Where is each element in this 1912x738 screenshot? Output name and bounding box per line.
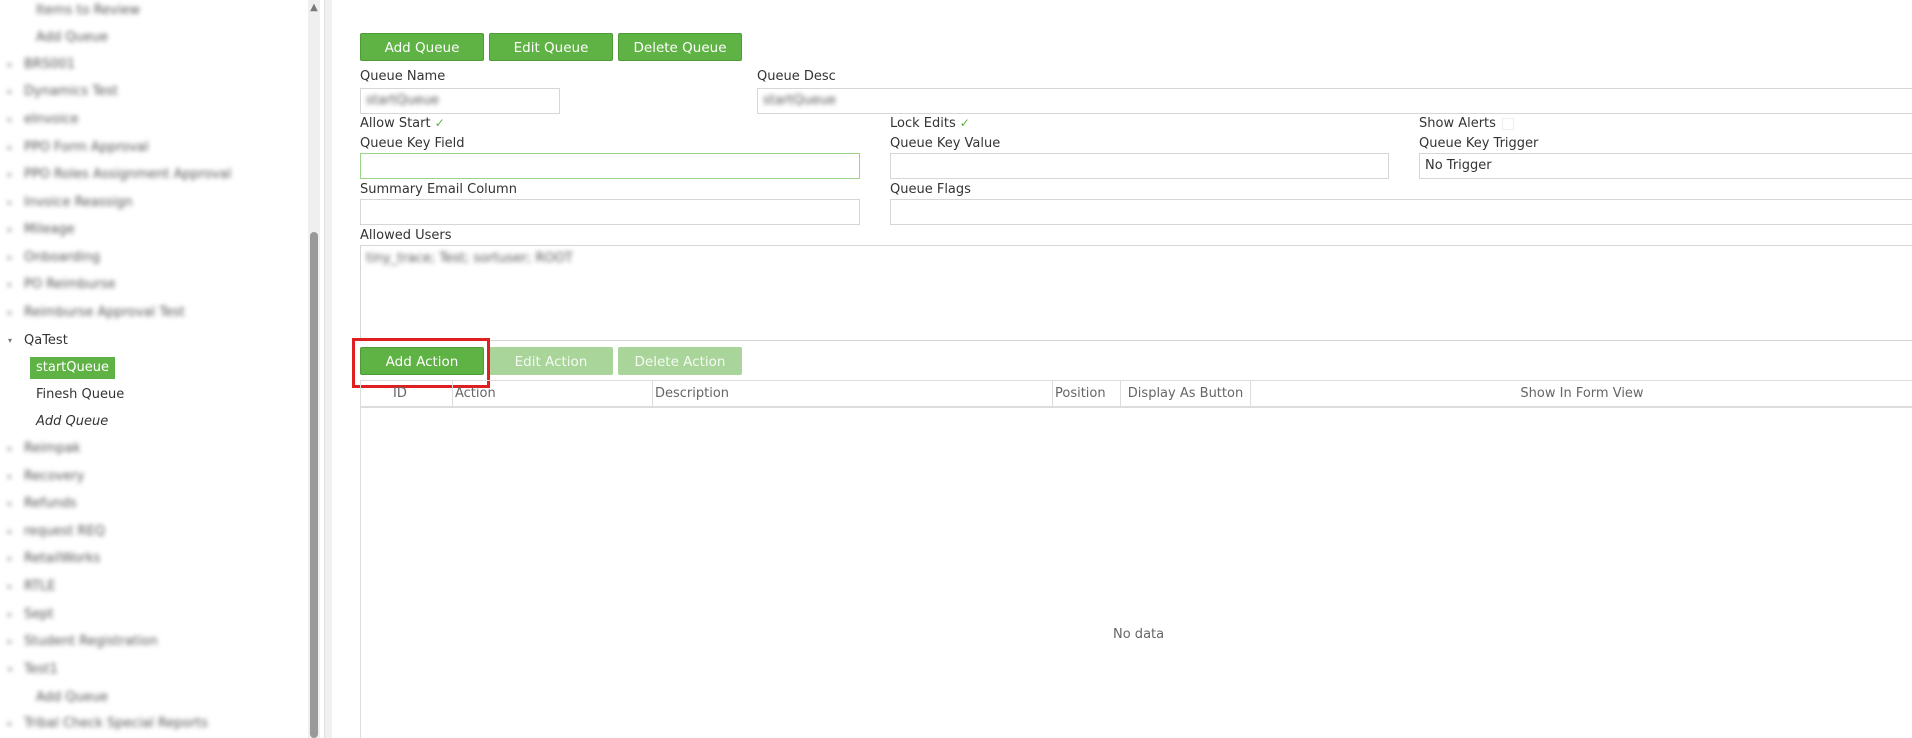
tree-item-label: Reimpak [24,441,81,456]
expand-arrow-icon[interactable]: ▸ [8,219,18,241]
tree-item-label: RTLE [24,579,56,594]
tree-item-label: BRS001 [24,57,76,72]
tree-item-label: Sept [24,607,54,622]
expand-arrow-icon[interactable]: ▸ [8,438,18,460]
expand-arrow-icon[interactable]: ▸ [8,604,18,626]
grid-empty-text: No data [1113,627,1165,642]
tree-item-label: Add Queue [36,690,109,705]
column-header-position[interactable]: Position [1053,381,1121,407]
add-queue-button[interactable]: Add Queue [360,33,484,61]
expand-arrow-icon[interactable]: ▸ [8,247,18,269]
queue-key-value-label: Queue Key Value [890,136,1001,151]
summary-email-input[interactable] [360,199,860,225]
queue-key-value-input[interactable] [890,153,1389,179]
queue-key-field-label: Queue Key Field [360,136,465,151]
lock-edits-label: Lock Edits [890,116,956,131]
tree-item-label: Reimburse Approval Test [24,305,185,320]
queue-flags-label: Queue Flags [890,182,971,197]
tree-item-label: Recovery [24,469,85,484]
actions-grid: ID Action Description Position Display A… [360,380,1912,738]
expand-arrow-icon[interactable]: ▸ [8,81,18,103]
edit-action-button[interactable]: Edit Action [489,347,613,375]
expand-arrow-icon[interactable]: ▸ [8,548,18,570]
allow-start-label: Allow Start [360,116,431,131]
column-header-display-as-button[interactable]: Display As Button [1121,381,1251,407]
expand-arrow-icon[interactable]: ▸ [8,713,18,735]
allowed-users-label: Allowed Users [360,228,452,243]
tree-item-label: Mileage [24,222,75,237]
tree-item-label: QaTest [24,333,68,348]
tree-item-label: RetailWorks [24,551,101,566]
checkmark-icon: ✓ [959,116,970,130]
queue-name-label: Queue Name [360,69,446,84]
checkbox-icon [1501,117,1514,130]
expand-arrow-icon[interactable]: ▸ [8,576,18,598]
expand-arrow-icon[interactable]: ▸ [8,109,18,131]
delete-queue-button[interactable]: Delete Queue [618,33,742,61]
queue-desc-field[interactable]: startQueue [757,88,1912,114]
expand-arrow-icon[interactable]: ▸ [8,274,18,296]
tree-item-label: Student Registration [24,634,158,649]
checkmark-icon: ✓ [434,116,445,130]
show-alerts-checkbox[interactable]: Show Alerts [1419,116,1514,131]
grid-header-divider [361,407,1912,408]
show-alerts-label: Show Alerts [1419,116,1496,131]
tree-item-label: Dynamics Test [24,84,118,99]
tree-item-label: Add Queue [36,30,109,45]
allow-start-checkbox[interactable]: Allow Start ✓ [360,116,445,131]
tree-item-label: Items to Review [36,3,141,18]
collapse-arrow-icon[interactable]: ▾ [8,330,18,352]
delete-action-button[interactable]: Delete Action [618,347,742,375]
queue-desc-value: startQueue [763,93,836,108]
tree-item-startqueue[interactable]: startQueue [30,357,115,379]
expand-arrow-icon[interactable]: ▸ [8,54,18,76]
tree-item-label: Add Queue [36,414,109,429]
queue-tree-sidebar: Items to Review Add Queue ▸ BRS001 ▸ Dynam… [0,0,310,738]
queue-key-trigger-label: Queue Key Trigger [1419,136,1539,151]
column-header-action[interactable]: Action [453,381,653,407]
tree-item-label: eInvoice [24,112,79,127]
queue-desc-label: Queue Desc [757,69,836,84]
summary-email-label: Summary Email Column [360,182,517,197]
expand-arrow-icon[interactable]: ▾ [8,659,18,681]
queue-key-field-input[interactable] [360,153,860,179]
allowed-users-value: tiny_trace; Test; sortuser; ROOT [366,251,573,266]
column-header-id[interactable]: ID [361,381,453,407]
tree-item-label: PPO Form Approval [24,140,149,155]
sidebar-scrollbar-thumb[interactable] [310,232,318,738]
queue-flags-input[interactable] [890,199,1912,225]
scroll-up-icon[interactable]: ▲ [308,0,320,16]
queue-name-value: startQueue [366,93,439,108]
edit-queue-button[interactable]: Edit Queue [489,33,613,61]
tree-item-label: Finesh Queue [36,387,125,402]
tree-item-label: Test1 [24,662,58,677]
tree-item-label: PPO Roles Assignment Approval [24,167,232,182]
tree-item-label: Onboarding [24,250,101,265]
tree-item-label: Refunds [24,496,77,511]
queue-name-field[interactable]: startQueue [360,88,560,114]
expand-arrow-icon[interactable]: ▸ [8,137,18,159]
expand-arrow-icon[interactable]: ▸ [8,521,18,543]
column-header-description[interactable]: Description [653,381,1053,407]
tree-item-label: Tribal Check Special Reports [24,716,208,731]
expand-arrow-icon[interactable]: ▸ [8,164,18,186]
allowed-users-textarea[interactable]: tiny_trace; Test; sortuser; ROOT [360,245,1912,341]
lock-edits-checkbox[interactable]: Lock Edits ✓ [890,116,970,131]
expand-arrow-icon[interactable]: ▸ [8,192,18,214]
queue-key-trigger-select[interactable]: No Trigger [1419,153,1912,179]
tree-item-label: PO Reimburse [24,277,116,292]
column-header-show-in-form-view[interactable]: Show In Form View [1251,381,1912,407]
expand-arrow-icon[interactable]: ▸ [8,631,18,653]
expand-arrow-icon[interactable]: ▸ [8,466,18,488]
tree-item-label: Invoice Reassign [24,195,133,210]
tree-item-label: request REQ [24,524,106,539]
panel-splitter[interactable] [324,0,332,738]
expand-arrow-icon[interactable]: ▸ [8,302,18,324]
expand-arrow-icon[interactable]: ▸ [8,493,18,515]
